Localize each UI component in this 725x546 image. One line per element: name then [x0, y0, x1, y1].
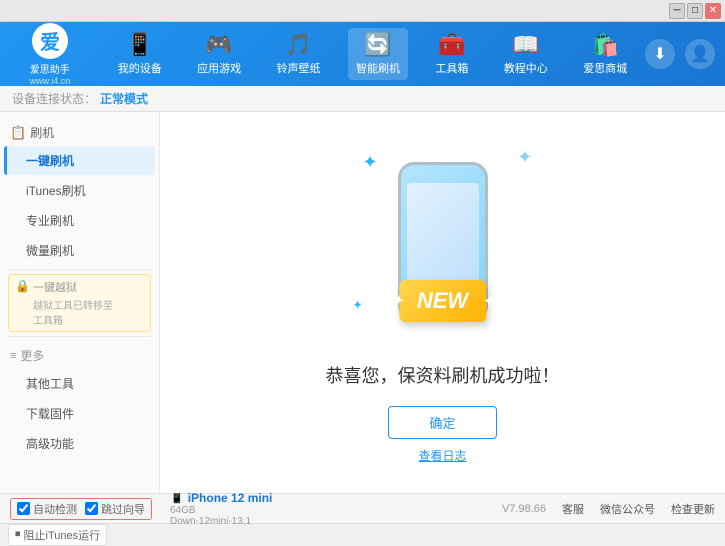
sidebar: 📋 刷机 一键刷机 iTunes刷机 专业刷机 微量刷机 🔒 一键越狱 越狱工具…	[0, 112, 160, 493]
flash-section-icon: 📋	[10, 125, 26, 141]
my-device-icon: 📱	[126, 32, 153, 58]
toolbox-icon: 🧰	[438, 32, 465, 58]
sidebar-item-itunes-flash[interactable]: iTunes刷机	[4, 176, 155, 205]
apps-games-icon: 🎮	[205, 32, 232, 58]
sidebar-section-more: ≡ 更多	[0, 341, 159, 368]
more-section-icon: ≡	[10, 350, 16, 362]
top-nav: 爱 爱思助手 www.i4.cn 📱 我的设备 🎮 应用游戏 🎵 铃声壁纸 🔄 …	[0, 22, 725, 86]
checkbox-group: 自动检测 跳过向导	[10, 498, 152, 520]
success-text: 恭喜您，保资料刷机成功啦！	[326, 362, 560, 388]
sidebar-item-download-fw[interactable]: 下载固件	[4, 399, 155, 428]
ringtones-icon: 🎵	[285, 32, 312, 58]
logo-icon: 爱	[32, 23, 68, 59]
skip-wizard-checkbox[interactable]	[85, 502, 98, 515]
sidebar-divider-2	[8, 336, 151, 337]
maximize-button[interactable]: □	[687, 3, 703, 19]
status-label: 设备连接状态：	[12, 90, 96, 107]
minimize-button[interactable]: ─	[669, 3, 685, 19]
nav-item-store[interactable]: 🛍️ 爱思商城	[575, 28, 635, 80]
nav-items: 📱 我的设备 🎮 应用游戏 🎵 铃声壁纸 🔄 智能刷机 🧰 工具箱 📖 教程中心…	[100, 28, 645, 80]
wechat-official-link[interactable]: 微信公众号	[600, 501, 655, 517]
sidebar-item-pro-flash[interactable]: 专业刷机	[4, 206, 155, 235]
skip-wizard-checkbox-label[interactable]: 跳过向导	[85, 501, 145, 517]
nav-item-ringtones[interactable]: 🎵 铃声壁纸	[269, 28, 329, 80]
goto-log-link[interactable]: 查看日志	[418, 447, 466, 464]
sidebar-warning-jailbreak: 🔒 一键越狱 越狱工具已转移至工具箱	[8, 274, 151, 332]
title-bar: ─ □ ✕	[0, 0, 725, 22]
new-star-left-icon: ✦	[391, 292, 403, 309]
sidebar-item-save-flash[interactable]: 微量刷机	[4, 236, 155, 265]
sparkle-top-left-icon: ✦	[363, 152, 378, 173]
user-button[interactable]: 👤	[685, 39, 715, 69]
nav-item-apps-games[interactable]: 🎮 应用游戏	[189, 28, 249, 80]
nav-item-smart-flash[interactable]: 🔄 智能刷机	[348, 28, 408, 80]
sidebar-item-advanced[interactable]: 高级功能	[4, 429, 155, 458]
sidebar-item-other-tools[interactable]: 其他工具	[4, 369, 155, 398]
bottom-right: V7.98.66 客服 微信公众号 检查更新	[502, 501, 715, 517]
close-button[interactable]: ✕	[705, 3, 721, 19]
sidebar-item-one-key-flash[interactable]: 一键刷机	[4, 146, 155, 175]
nav-item-tutorial[interactable]: 📖 教程中心	[496, 28, 556, 80]
device-info: 📱 iPhone 12 mini 64GB Down-12mini-13,1	[170, 491, 272, 527]
phone-screen	[407, 183, 479, 293]
sidebar-section-flash: 📋 刷机	[0, 118, 159, 145]
logo-area: 爱 爱思助手 www.i4.cn	[0, 23, 100, 86]
content-area: ✦ ✦ ✦ ✦ NEW ✦ 恭喜您，保资料刷机成功啦！ 确定 查看日志	[160, 112, 725, 493]
tutorial-icon: 📖	[512, 32, 539, 58]
smart-flash-icon: 🔄	[364, 32, 391, 58]
new-star-right-icon: ✦	[482, 292, 494, 309]
device-storage: 64GB	[170, 505, 272, 516]
sidebar-divider-1	[8, 269, 151, 270]
nav-right: ⬇ 👤	[645, 39, 725, 69]
bottom-bar: 自动检测 跳过向导 📱 iPhone 12 mini 64GB Down-12m…	[0, 493, 725, 523]
auto-detect-checkbox-label[interactable]: 自动检测	[17, 501, 77, 517]
status-bar: 设备连接状态： 正常模式	[0, 86, 725, 112]
download-button[interactable]: ⬇	[645, 39, 675, 69]
new-badge: ✦ NEW ✦	[399, 280, 486, 322]
version-label: V7.98.66	[502, 503, 546, 515]
stop-icon: ⏹	[15, 528, 21, 541]
main-layout: 📋 刷机 一键刷机 iTunes刷机 专业刷机 微量刷机 🔒 一键越狱 越狱工具…	[0, 112, 725, 493]
nav-item-my-device[interactable]: 📱 我的设备	[110, 28, 170, 80]
sparkle-bottom-left-icon: ✦	[353, 298, 363, 312]
success-illustration: ✦ ✦ ✦ ✦ NEW ✦	[343, 142, 543, 342]
status-value: 正常模式	[100, 90, 148, 107]
customer-service-link[interactable]: 客服	[562, 501, 584, 517]
lock-icon: 🔒	[15, 279, 30, 293]
check-update-link[interactable]: 检查更新	[671, 501, 715, 517]
sparkle-top-right-icon: ✦	[517, 147, 532, 168]
device-model: Down-12mini-13,1	[170, 516, 272, 527]
store-icon: 🛍️	[592, 32, 619, 58]
auto-detect-checkbox[interactable]	[17, 502, 30, 515]
confirm-button[interactable]: 确定	[388, 406, 496, 439]
bottom-left: 自动检测 跳过向导 📱 iPhone 12 mini 64GB Down-12m…	[10, 491, 502, 527]
nav-item-toolbox[interactable]: 🧰 工具箱	[427, 28, 476, 80]
stop-itunes-button[interactable]: ⏹ 阻止iTunes运行	[8, 524, 107, 546]
logo-text: 爱思助手 www.i4.cn	[30, 61, 71, 86]
